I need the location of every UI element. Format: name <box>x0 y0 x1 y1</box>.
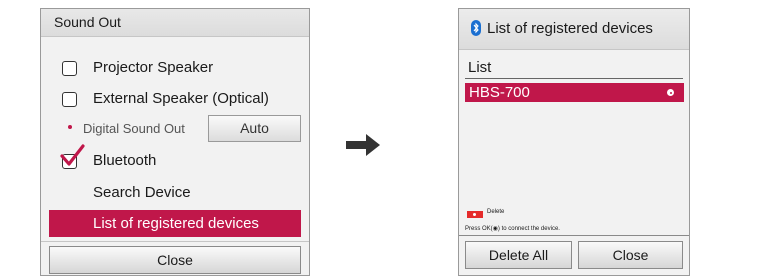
digital-sound-out-row: Digital Sound Out Auto <box>41 115 309 143</box>
sound-out-title: Sound Out <box>41 9 309 37</box>
device-item-hbs-700[interactable]: HBS-700 <box>465 83 684 102</box>
red-key-icon <box>467 211 483 218</box>
sound-out-panel: Sound Out Projector Speaker External Spe… <box>40 8 310 276</box>
external-speaker-checkbox[interactable] <box>62 92 77 107</box>
delete-all-button[interactable]: Delete All <box>465 241 572 269</box>
registered-devices-title: List of registered devices <box>487 20 653 37</box>
registered-devices-item[interactable]: List of registered devices <box>49 210 301 237</box>
registered-devices-label: List of registered devices <box>93 215 259 232</box>
digital-sound-out-select[interactable]: Auto <box>208 115 301 142</box>
bluetooth-icon <box>471 20 481 36</box>
registered-devices-header: List of registered devices <box>459 9 689 50</box>
option-bluetooth[interactable]: Bluetooth <box>41 144 309 178</box>
bullet-icon <box>68 125 72 129</box>
list-header: List <box>468 59 492 76</box>
divider <box>459 235 689 236</box>
divider <box>41 241 309 242</box>
arrow-right-icon <box>346 134 380 156</box>
delete-hint: Delete <box>487 209 505 215</box>
option-projector-speaker[interactable]: Projector Speaker <box>41 55 309 83</box>
connect-hint: Press OK(◉) to connect the device. <box>465 226 560 232</box>
registered-devices-panel: List of registered devices List HBS-700 … <box>458 8 690 276</box>
projector-speaker-label: Projector Speaker <box>93 59 214 76</box>
projector-speaker-checkbox[interactable] <box>62 61 77 76</box>
external-speaker-label: External Speaker (Optical) <box>93 90 269 107</box>
option-external-speaker[interactable]: External Speaker (Optical) <box>41 86 309 114</box>
close-button[interactable]: Close <box>49 246 301 274</box>
check-mark-icon <box>60 144 85 166</box>
bluetooth-label: Bluetooth <box>93 152 157 169</box>
digital-sound-out-label: Digital Sound Out <box>83 121 185 136</box>
list-divider <box>465 78 683 79</box>
selected-radio-icon <box>667 89 674 96</box>
search-device-label: Search Device <box>93 184 191 201</box>
device-name: HBS-700 <box>469 84 530 101</box>
close-button[interactable]: Close <box>578 241 683 269</box>
search-device-item[interactable]: Search Device <box>41 182 309 210</box>
